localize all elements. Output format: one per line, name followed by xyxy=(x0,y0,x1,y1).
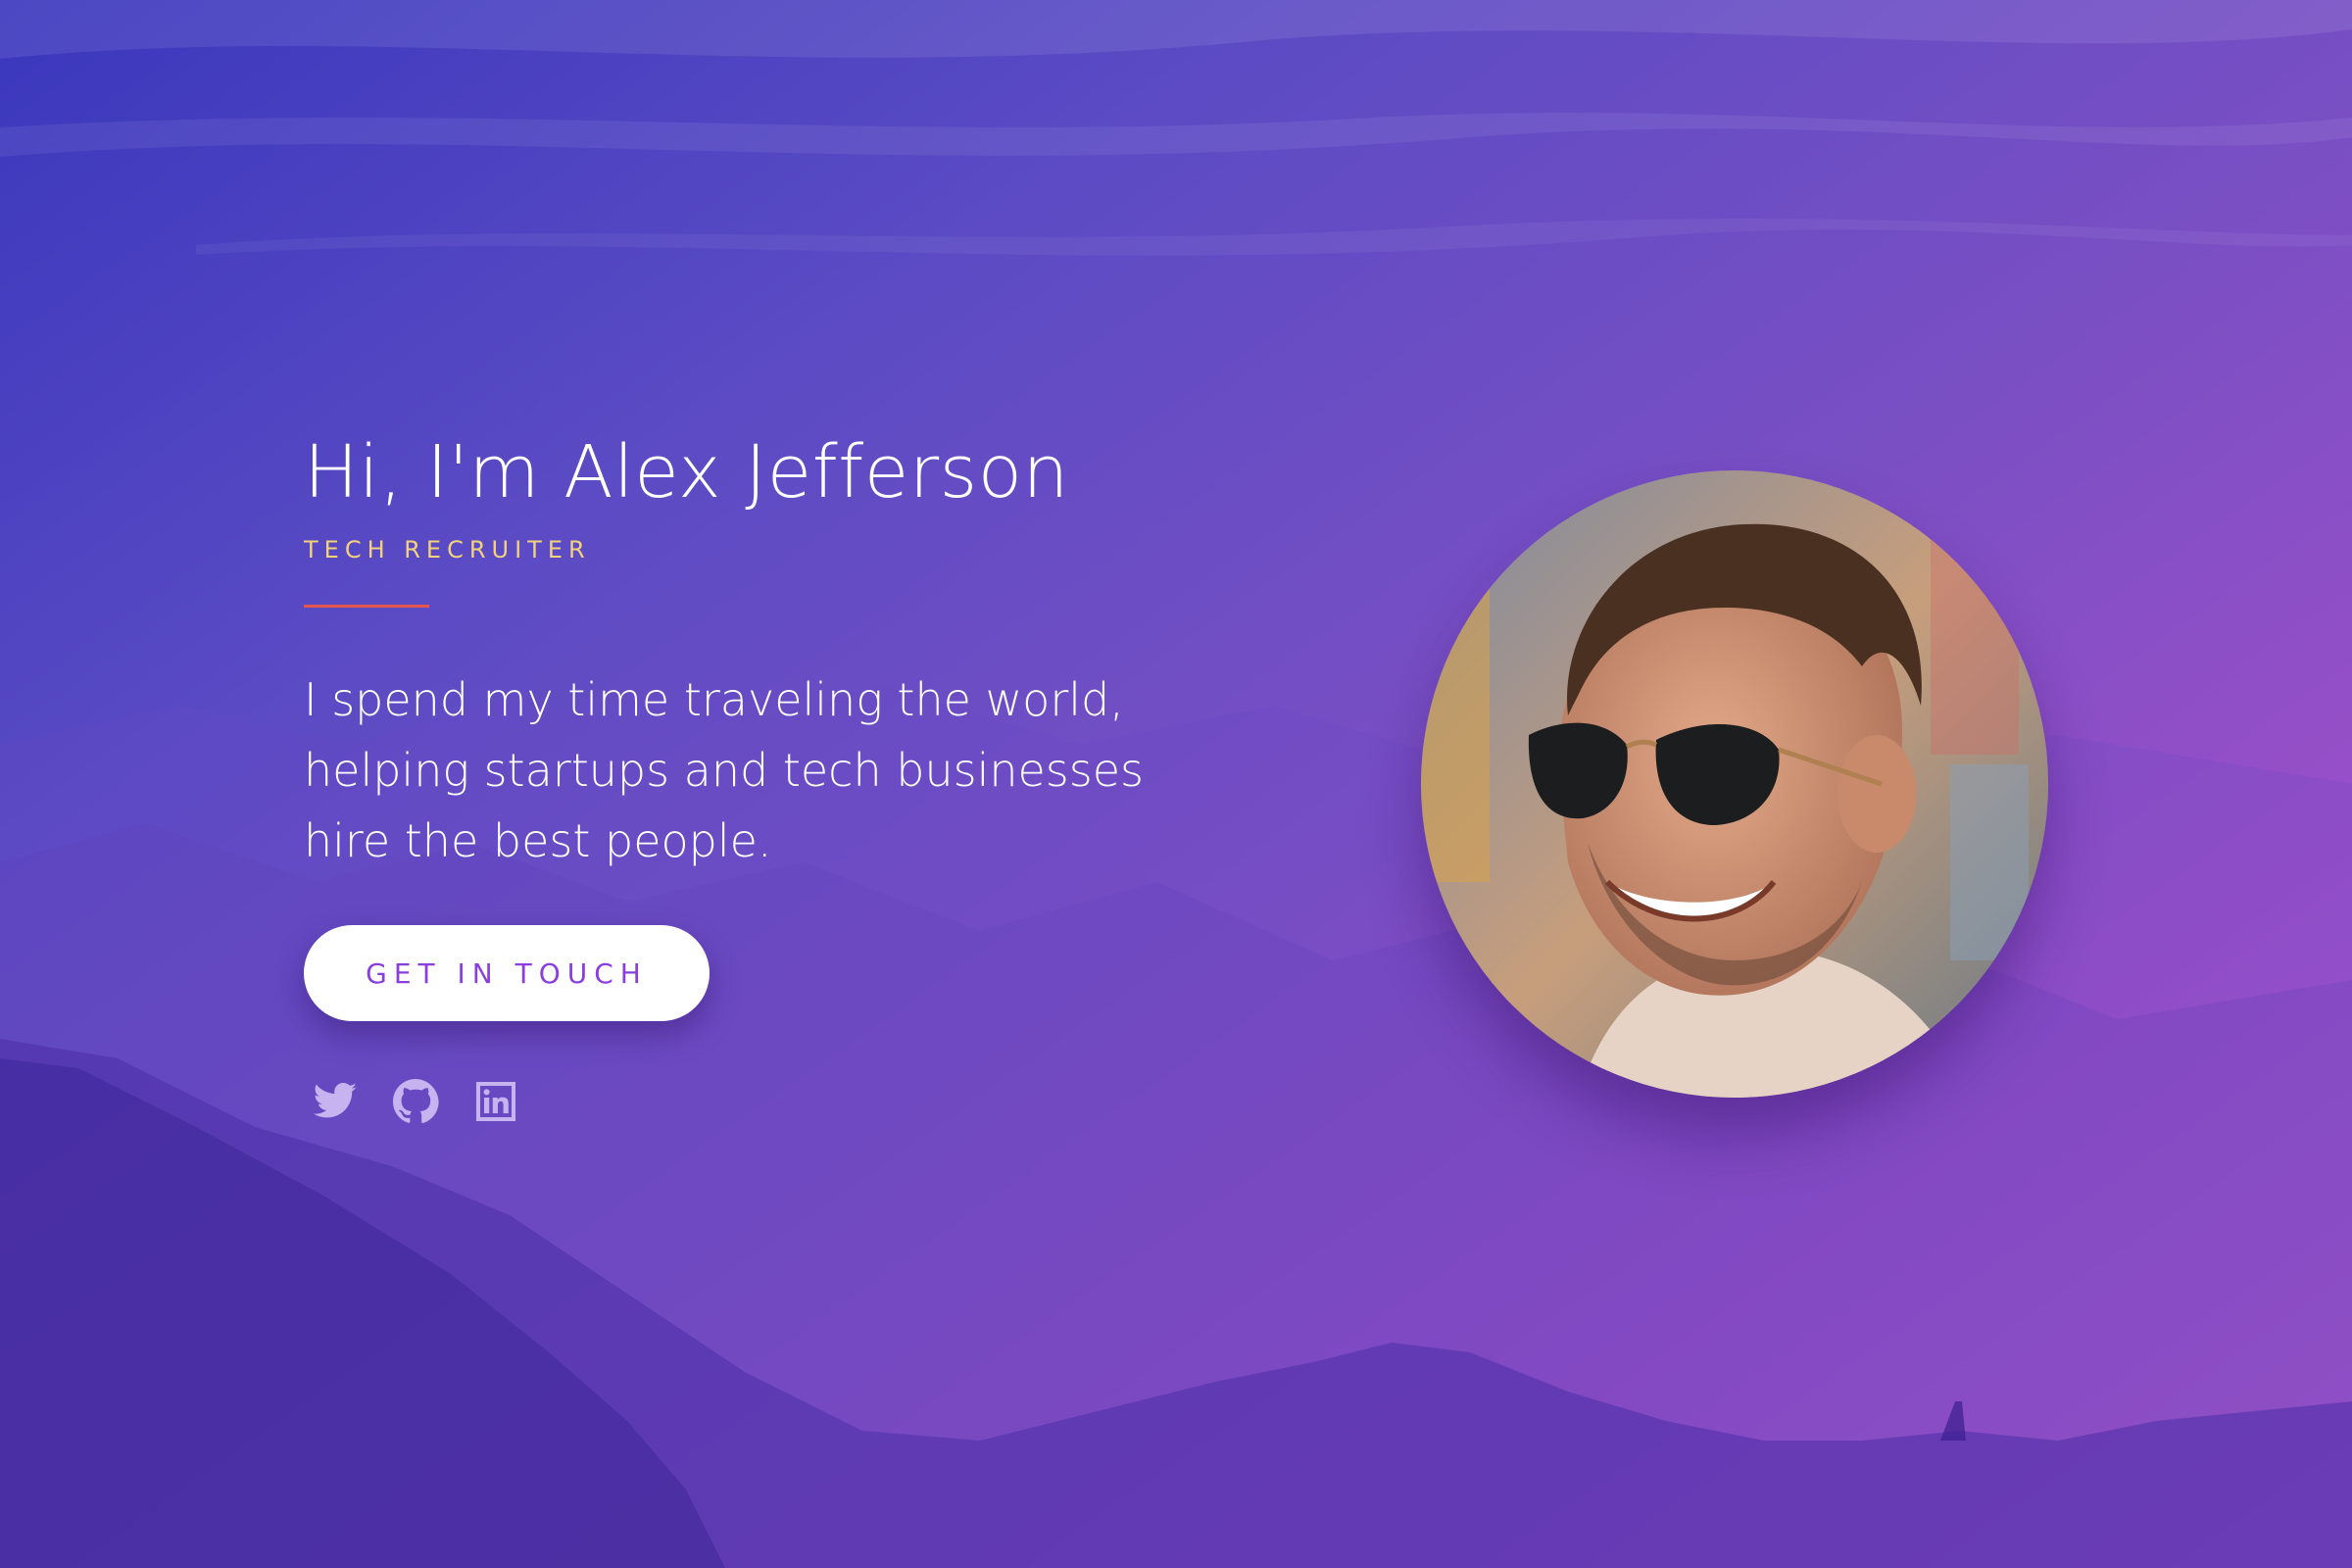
role-subtitle: TECH RECRUITER xyxy=(304,536,591,564)
page-title: Hi, I'm Alex Jefferson xyxy=(304,430,1069,514)
get-in-touch-button[interactable]: GET IN TOUCH xyxy=(304,925,710,1022)
bio-text: I spend my time traveling the world, hel… xyxy=(304,673,1144,868)
github-link[interactable] xyxy=(392,1078,439,1125)
github-icon xyxy=(393,1079,439,1124)
hero-section: Hi, I'm Alex Jefferson TECH RECRUITER I … xyxy=(0,0,2352,1568)
social-links xyxy=(312,1078,1186,1125)
avatar xyxy=(1421,470,2048,1098)
twitter-link[interactable] xyxy=(312,1078,359,1125)
linkedin-icon xyxy=(476,1082,515,1122)
twitter-icon xyxy=(313,1083,357,1118)
title-divider xyxy=(304,605,429,609)
intro-content: Hi, I'm Alex Jefferson TECH RECRUITER I … xyxy=(304,430,1186,1125)
profile-photo xyxy=(1421,470,2048,1098)
linkedin-link[interactable] xyxy=(472,1078,519,1125)
